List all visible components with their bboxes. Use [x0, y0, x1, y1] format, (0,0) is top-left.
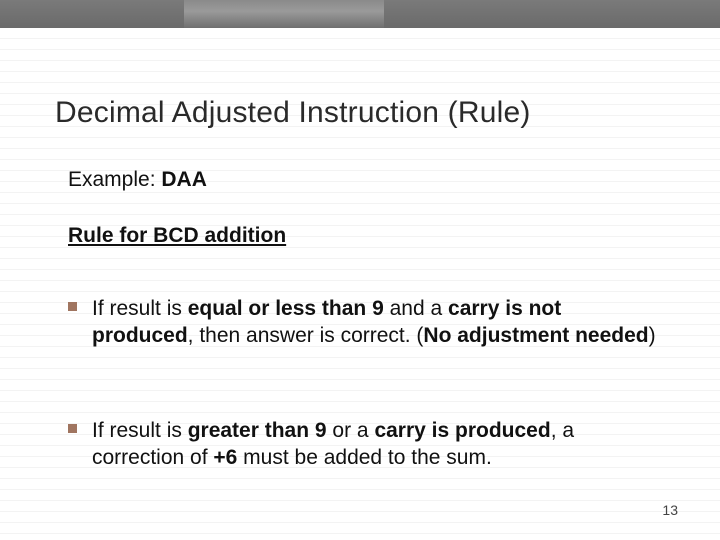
bullet-bold: equal or less than 9	[188, 297, 384, 320]
rule-heading: Rule for BCD addition	[68, 224, 286, 248]
bullet-segment: and a	[384, 297, 448, 320]
example-line: Example: DAA	[68, 168, 207, 192]
slide-title: Decimal Adjusted Instruction (Rule)	[55, 96, 531, 130]
bullet-segment: If result is	[92, 297, 188, 320]
square-bullet-icon	[68, 424, 77, 433]
example-instruction: DAA	[161, 168, 207, 191]
bullet-segment: If result is	[92, 419, 188, 442]
page-number: 13	[662, 502, 678, 518]
bullet-bold: No adjustment needed	[423, 324, 648, 347]
slide-topbar	[0, 0, 720, 28]
square-bullet-icon	[68, 302, 77, 311]
bullet-item: If result is equal or less than 9 and a …	[68, 296, 660, 350]
example-label: Example:	[68, 168, 161, 191]
bullet-bold: greater than 9	[188, 419, 327, 442]
bullet-segment: must be added to the sum.	[243, 446, 492, 469]
bullet-segment: )	[649, 324, 656, 347]
bullet-item: If result is greater than 9 or a carry i…	[68, 418, 660, 472]
bullet-segment: or a	[327, 419, 375, 442]
slide-content: Decimal Adjusted Instruction (Rule) Exam…	[0, 28, 720, 540]
bullet-text: If result is equal or less than 9 and a …	[92, 296, 660, 350]
topbar-tab-highlight	[184, 0, 384, 28]
bullet-segment: , then answer is correct. (	[188, 324, 424, 347]
bullet-bold: +6	[213, 446, 243, 469]
bullet-bold: carry is produced	[374, 419, 550, 442]
bullet-text: If result is greater than 9 or a carry i…	[92, 418, 660, 472]
